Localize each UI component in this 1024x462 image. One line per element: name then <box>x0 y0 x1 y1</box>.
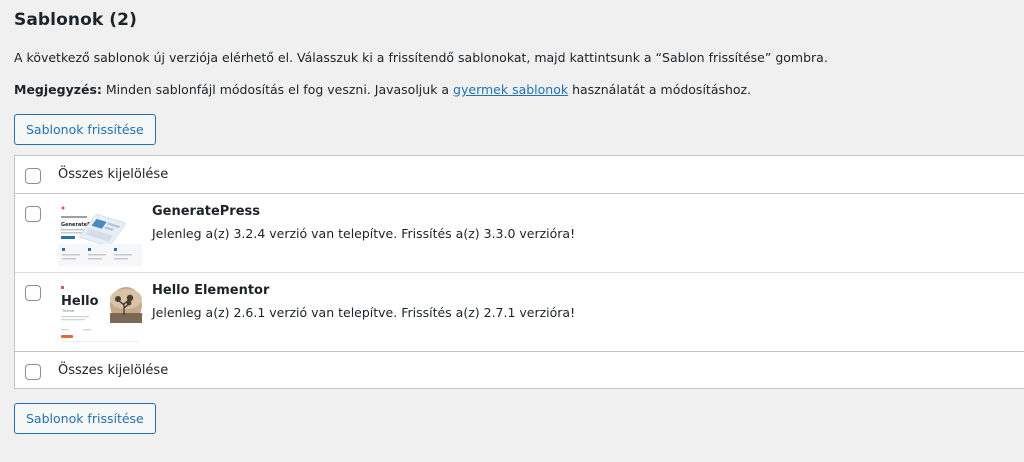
theme-checkbox-hello-elementor[interactable] <box>25 285 41 301</box>
theme-row-generatepress: GeneratePress GeneratePress Jelenleg a(z… <box>15 194 1024 273</box>
select-all-checkbox-bottom[interactable] <box>25 364 41 380</box>
hello-elementor-screenshot-image: Hello Theme <box>58 283 142 345</box>
themes-update-section: Sablonok (2) A következő sablonok új ver… <box>0 0 1024 462</box>
note-text-before: Minden sablonfájl módosítás el fog veszn… <box>101 82 454 97</box>
theme-thumbnail-generatepress: GeneratePress <box>58 204 142 266</box>
note-text-after: használatát a módosításhoz. <box>568 82 752 97</box>
theme-thumbnail-hello-elementor: Hello Theme <box>58 283 142 345</box>
select-all-row-bottom: Összes kijelölése <box>15 352 1024 389</box>
theme-name-hello-elementor: Hello Elementor <box>152 283 270 298</box>
theme-description-hello-elementor: Jelenleg a(z) 2.6.1 verzió van telepítve… <box>152 305 576 320</box>
intro-text: A következő sablonok új verziója elérhet… <box>14 50 828 65</box>
theme-description-generatepress: Jelenleg a(z) 3.2.4 verzió van telepítve… <box>152 226 576 241</box>
select-all-label-bottom[interactable]: Összes kijelölése <box>58 363 168 378</box>
theme-row-hello-elementor: Hello Theme Hello Elementor Jelenleg a(z… <box>15 273 1024 352</box>
select-all-row-top: Összes kijelölése <box>15 156 1024 194</box>
select-all-label-top[interactable]: Összes kijelölése <box>58 167 168 182</box>
child-themes-link[interactable]: gyermek sablonok <box>453 82 568 97</box>
update-themes-button-top[interactable]: Sablonok frissítése <box>14 114 156 145</box>
hello-thumb-title: Hello <box>61 294 99 309</box>
update-themes-button-bottom[interactable]: Sablonok frissítése <box>14 403 156 434</box>
note-label: Megjegyzés: <box>14 82 102 97</box>
themes-table: Összes kijelölése GeneratePress Generate… <box>14 155 1024 389</box>
generatepress-screenshot-image: GeneratePress <box>58 204 142 266</box>
theme-checkbox-generatepress[interactable] <box>25 206 41 222</box>
select-all-checkbox-top[interactable] <box>25 168 41 184</box>
theme-name-generatepress: GeneratePress <box>152 204 261 219</box>
section-heading: Sablonok (2) <box>14 10 137 30</box>
note-text: Megjegyzés: Minden sablonfájl módosítás … <box>14 82 751 97</box>
hello-thumb-subtitle: Theme <box>61 309 74 313</box>
